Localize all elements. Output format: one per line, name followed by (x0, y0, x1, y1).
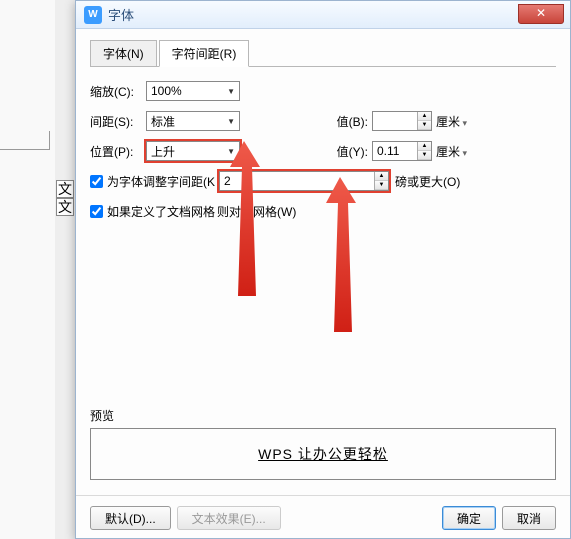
scale-combo[interactable]: 100% (146, 81, 240, 101)
spacing-label: 间距(S): (90, 113, 146, 130)
unit-b[interactable]: 厘米 (436, 113, 467, 130)
kerning-spinner[interactable]: 2 ▲▼ (219, 171, 389, 191)
window-title: 字体 (108, 5, 134, 24)
spin-buttons[interactable]: ▲▼ (374, 172, 388, 190)
close-button[interactable]: ✕ (518, 4, 564, 24)
ok-button[interactable]: 确定 (442, 506, 496, 530)
preview-box: WPS 让办公更轻松 (90, 428, 556, 480)
unit-y[interactable]: 厘米 (436, 143, 467, 160)
doc-selection: 文 文 (56, 180, 74, 216)
value-b-label: 值(B): (320, 113, 368, 130)
cancel-button[interactable]: 取消 (502, 506, 556, 530)
spacing-combo[interactable]: 标准 (146, 111, 240, 131)
spin-buttons[interactable]: ▲▼ (417, 112, 431, 130)
text-effect-button[interactable]: 文本效果(E)... (177, 506, 281, 530)
tab-font[interactable]: 字体(N) (90, 40, 157, 67)
value-y-label: 值(Y): (320, 143, 368, 160)
default-button[interactable]: 默认(D)... (90, 506, 171, 530)
snap-suffix: 则对齐网格(W) (217, 203, 296, 220)
snap-label: 如果定义了文档网格 (107, 203, 215, 220)
tab-char-spacing[interactable]: 字符间距(R) (159, 40, 250, 67)
titlebar: W 字体 ✕ (76, 1, 570, 29)
snap-checkbox[interactable] (90, 205, 103, 218)
scale-label: 缩放(C): (90, 83, 146, 100)
position-combo[interactable]: 上升 (146, 141, 240, 161)
font-dialog: W 字体 ✕ 字体(N) 字符间距(R) 缩放(C): 100% 间距(S): … (75, 0, 571, 539)
tabs: 字体(N) 字符间距(R) (90, 39, 556, 67)
kerning-checkbox[interactable] (90, 175, 103, 188)
preview-label: 预览 (90, 407, 556, 424)
position-label: 位置(P): (90, 143, 146, 160)
app-icon: W (84, 6, 102, 24)
value-b-spinner[interactable]: ▲▼ (372, 111, 432, 131)
spin-buttons[interactable]: ▲▼ (417, 142, 431, 160)
value-y-spinner[interactable]: 0.11 ▲▼ (372, 141, 432, 161)
kerning-suffix: 磅或更大(O) (395, 173, 460, 190)
kerning-label: 为字体调整字间距(K (107, 173, 215, 190)
